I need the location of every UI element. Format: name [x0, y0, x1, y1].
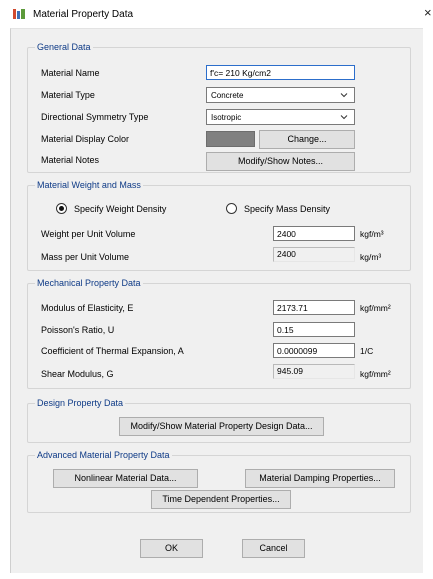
- design-property-legend: Design Property Data: [35, 398, 126, 408]
- shear-modulus-label: Shear Modulus, G: [41, 369, 114, 379]
- modulus-elasticity-label: Modulus of Elasticity, E: [41, 303, 134, 313]
- thermal-expansion-input[interactable]: 0.0000099: [273, 343, 355, 358]
- poisson-ratio-label: Poisson's Ratio, U: [41, 325, 115, 335]
- chevron-down-icon: [340, 115, 348, 120]
- close-icon[interactable]: ×: [424, 5, 432, 20]
- general-data-group: General Data Material Name f'c= 210 Kg/c…: [27, 42, 411, 173]
- material-property-dialog: General Data Material Name f'c= 210 Kg/c…: [10, 28, 423, 573]
- cancel-button[interactable]: Cancel: [242, 539, 305, 558]
- mechanical-property-legend: Mechanical Property Data: [35, 278, 143, 288]
- mass-density-label: Specify Mass Density: [244, 204, 331, 214]
- symmetry-type-label: Directional Symmetry Type: [41, 112, 149, 122]
- modulus-elasticity-unit: kgf/mm²: [360, 303, 391, 313]
- window-title: Material Property Data: [33, 9, 134, 20]
- mass-density-radio[interactable]: [226, 203, 237, 214]
- chevron-down-icon: [340, 93, 348, 98]
- symmetry-type-select[interactable]: Isotropic: [206, 109, 355, 125]
- weight-mass-legend: Material Weight and Mass: [35, 180, 143, 190]
- mass-per-volume-label: Mass per Unit Volume: [41, 252, 130, 262]
- material-name-input[interactable]: f'c= 210 Kg/cm2: [206, 65, 355, 80]
- time-dependent-button[interactable]: Time Dependent Properties...: [151, 490, 291, 509]
- radio-selected-dot: [59, 206, 64, 211]
- mechanical-property-group: Mechanical Property Data Modulus of Elas…: [27, 278, 411, 389]
- general-data-legend: General Data: [35, 42, 93, 52]
- thermal-expansion-unit: 1/C: [360, 346, 374, 356]
- damping-properties-button[interactable]: Material Damping Properties...: [245, 469, 395, 488]
- weight-density-label: Specify Weight Density: [74, 204, 167, 214]
- symmetry-type-value: Isotropic: [211, 113, 242, 122]
- shear-modulus-unit: kgf/mm²: [360, 369, 391, 379]
- material-type-select[interactable]: Concrete: [206, 87, 355, 103]
- shear-modulus-value: 945.09: [273, 364, 355, 379]
- poisson-ratio-input[interactable]: 0.15: [273, 322, 355, 337]
- material-notes-label: Material Notes: [41, 155, 100, 165]
- weight-per-volume-input[interactable]: 2400: [273, 226, 355, 241]
- ok-button[interactable]: OK: [140, 539, 203, 558]
- material-type-value: Concrete: [211, 91, 244, 100]
- weight-per-volume-label: Weight per Unit Volume: [41, 229, 136, 239]
- app-icon: [12, 8, 26, 20]
- modify-notes-button[interactable]: Modify/Show Notes...: [206, 152, 355, 171]
- mass-unit: kg/m³: [360, 252, 382, 262]
- nonlinear-data-button[interactable]: Nonlinear Material Data...: [53, 469, 198, 488]
- design-data-button[interactable]: Modify/Show Material Property Design Dat…: [119, 417, 324, 436]
- mass-per-volume-value: 2400: [273, 247, 355, 262]
- weight-mass-group: Material Weight and Mass Specify Weight …: [27, 180, 411, 271]
- advanced-property-group: Advanced Material Property Data Nonlinea…: [27, 450, 411, 513]
- display-color-swatch: [206, 131, 255, 147]
- weight-unit: kgf/m³: [360, 229, 384, 239]
- display-color-label: Material Display Color: [41, 134, 130, 144]
- weight-density-radio[interactable]: [56, 203, 67, 214]
- material-name-label: Material Name: [41, 68, 100, 78]
- material-type-label: Material Type: [41, 90, 95, 100]
- modulus-elasticity-input[interactable]: 2173.71: [273, 300, 355, 315]
- change-color-button[interactable]: Change...: [259, 130, 355, 149]
- title-bar: Material Property Data ×: [0, 0, 433, 26]
- advanced-property-legend: Advanced Material Property Data: [35, 450, 172, 460]
- thermal-expansion-label: Coefficient of Thermal Expansion, A: [41, 346, 184, 356]
- design-property-group: Design Property Data Modify/Show Materia…: [27, 398, 411, 443]
